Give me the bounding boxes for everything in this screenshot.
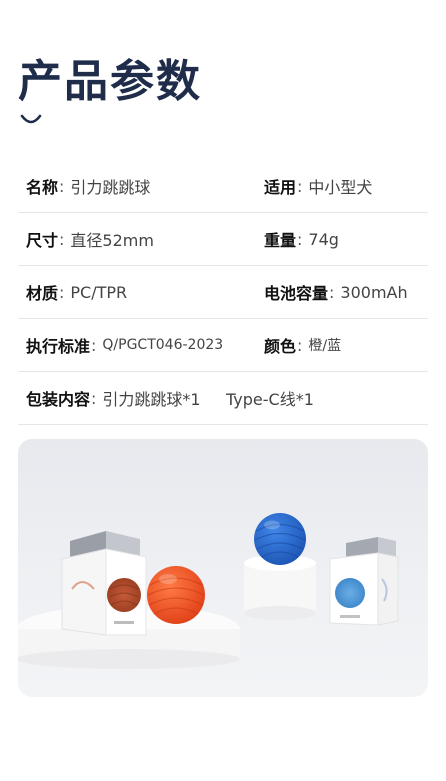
spec-label: 颜色 (264, 337, 297, 356)
spec-row: 名称 : 引力跳跳球 适用 : 中小型犬 (18, 160, 428, 213)
spec-row: 包装内容 : 引力跳跳球*1 Type-C线*1 (18, 372, 428, 425)
spec-sep: : (329, 282, 335, 302)
product-photo (18, 439, 428, 697)
spec-value: PC/TPR (70, 282, 128, 302)
spec-sep: : (297, 335, 303, 355)
spec-cell: 名称 : 引力跳跳球 (26, 174, 150, 198)
spec-row: 尺寸 : 直径52mm 重量 : 74g (18, 213, 428, 266)
spec-value: 直径52mm (70, 231, 154, 250)
spec-row: 材质 : PC/TPR 电池容量 : 300mAh (18, 266, 428, 319)
spec-cell: 执行标准 : Q/PGCT046-2023 (26, 333, 223, 357)
spec-cell: 尺寸 : 直径52mm (26, 227, 154, 251)
spec-cell: 颜色 : 橙/蓝 (264, 333, 341, 357)
spec-cell: 适用 : 中小型犬 (264, 174, 372, 198)
spec-value: 引力跳跳球 (70, 178, 151, 197)
spec-value: 74g (308, 229, 339, 249)
spec-sep: : (91, 335, 97, 355)
ball-blue (254, 513, 306, 565)
spec-label: 执行标准 (26, 337, 91, 356)
spec-value: Q/PGCT046-2023 (102, 337, 224, 353)
spec-label: 名称 (26, 178, 59, 197)
spec-sep: : (59, 176, 65, 196)
spec-table: 名称 : 引力跳跳球 适用 : 中小型犬 尺寸 : 直径52mm 重量 : 74… (18, 160, 428, 425)
product-scene-illustration (18, 513, 399, 669)
spec-cell: 包装内容 : 引力跳跳球*1 Type-C线*1 (26, 386, 314, 410)
spec-row: 执行标准 : Q/PGCT046-2023 颜色 : 橙/蓝 (18, 319, 428, 372)
spec-label: 包装内容 (26, 390, 91, 409)
spec-label: 适用 (264, 178, 297, 197)
spec-label: 重量 (264, 231, 297, 250)
ball-orange (147, 566, 205, 624)
spec-cell: 电池容量 : 300mAh (264, 280, 408, 304)
package-box-orange (61, 531, 147, 636)
spec-value: 300mAh (340, 282, 408, 302)
spec-label: 尺寸 (26, 231, 59, 250)
spec-cell: 重量 : 74g (264, 227, 339, 251)
title-underline-arc (20, 114, 42, 124)
spec-value: 中小型犬 (308, 178, 373, 197)
spec-value: 引力跳跳球*1 Type-C线*1 (102, 390, 314, 409)
spec-label: 材质 (26, 284, 59, 303)
spec-cell: 材质 : PC/TPR (26, 280, 127, 304)
spec-value: 橙/蓝 (308, 338, 342, 354)
spec-sep: : (59, 229, 65, 249)
spec-label: 电池容量 (264, 284, 329, 303)
package-box-blue (329, 537, 399, 626)
spec-sep: : (91, 388, 97, 408)
spec-sep: : (297, 176, 303, 196)
page-title: 产品参数 (18, 56, 202, 107)
spec-sep: : (59, 282, 65, 302)
spec-sep: : (297, 229, 303, 249)
